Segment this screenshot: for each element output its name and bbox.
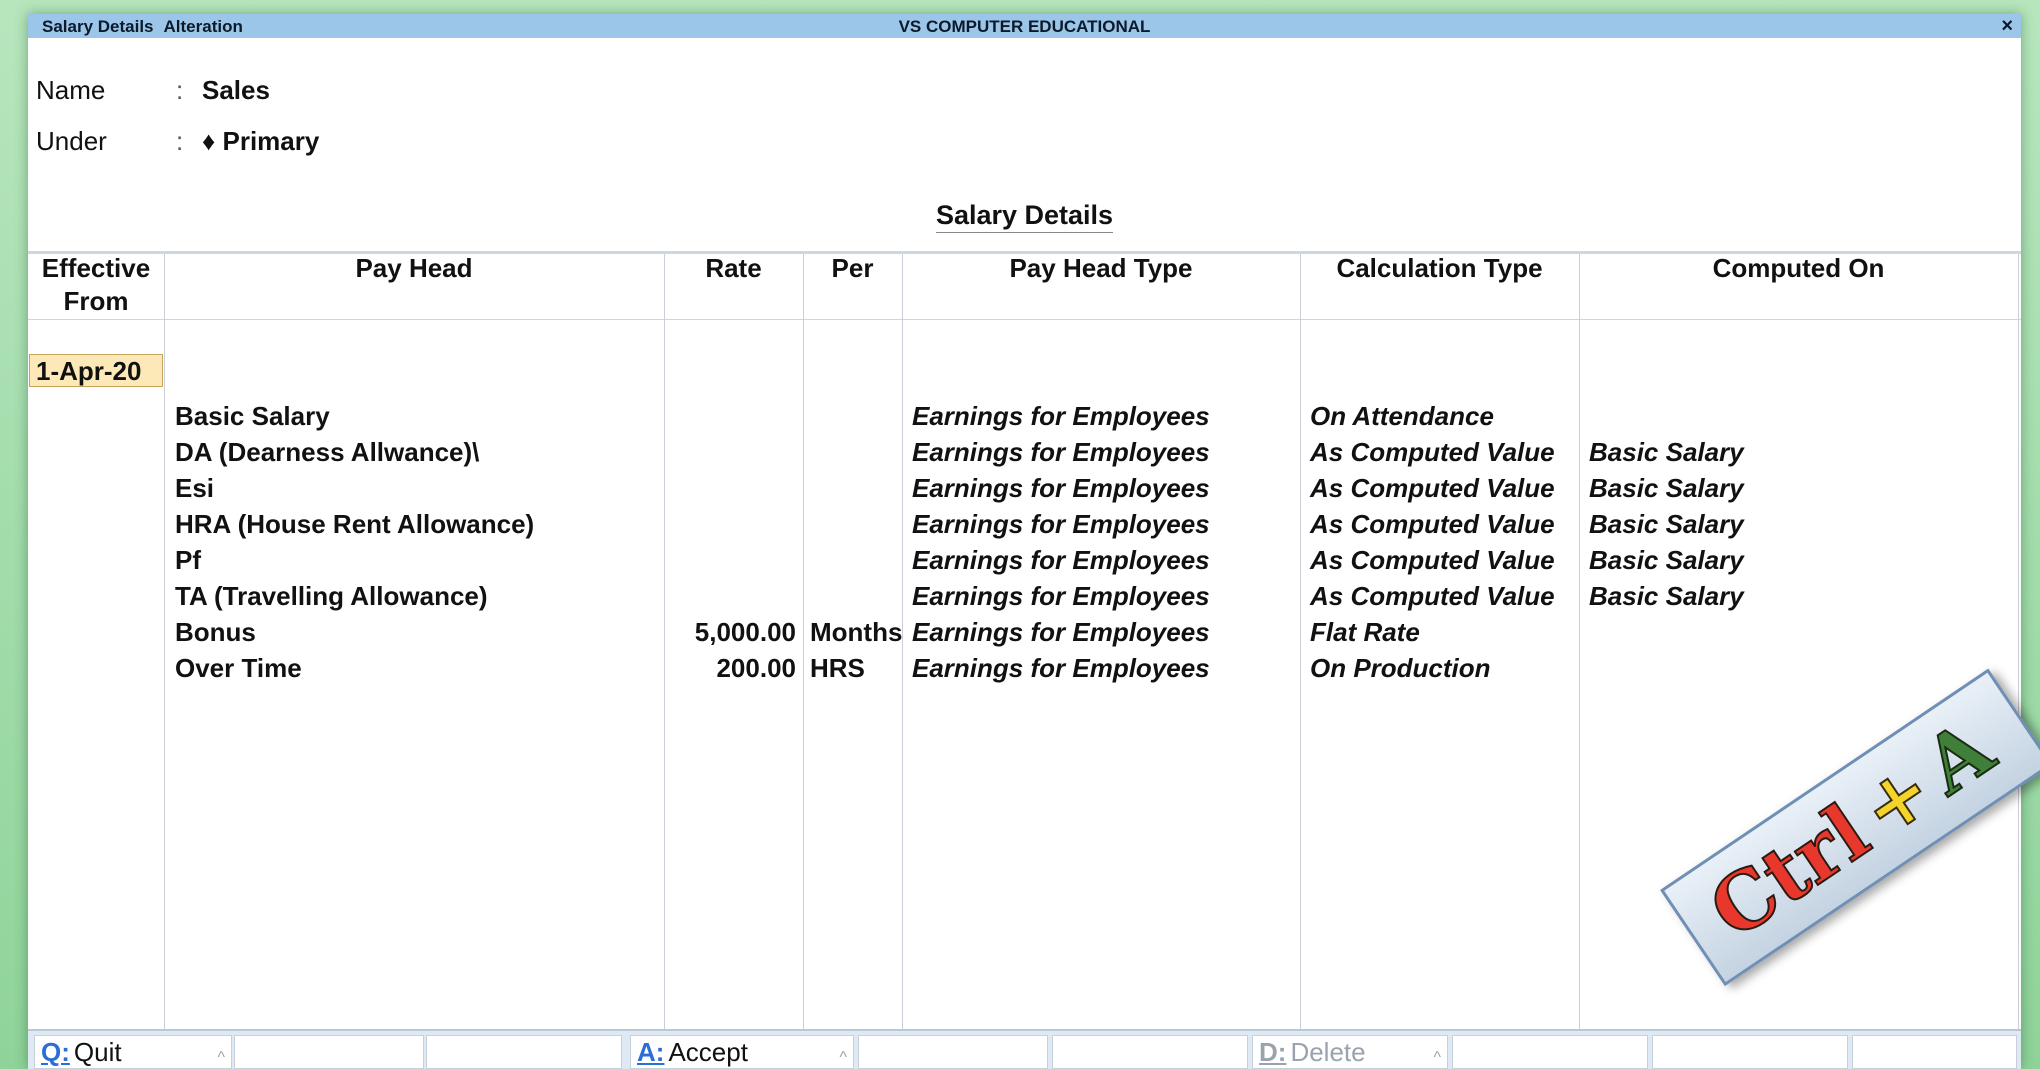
pay-head-type-cell: Earnings for Employees xyxy=(912,437,1210,467)
col-header-rate: Rate xyxy=(705,253,762,283)
pay-head-type-cell: Earnings for Employees xyxy=(912,581,1210,611)
under-colon: : xyxy=(176,126,184,156)
accept-label: Accept xyxy=(668,1037,748,1067)
accept-key: A: xyxy=(637,1037,665,1067)
name-label: Name xyxy=(36,75,106,105)
company-name: VS COMPUTER EDUCATIONAL xyxy=(898,17,1151,36)
pay-head-type-cell: Earnings for Employees xyxy=(912,401,1210,431)
grid-header-divider xyxy=(28,319,2021,320)
empty-button[interactable] xyxy=(1852,1035,2017,1069)
empty-button[interactable] xyxy=(858,1035,1048,1069)
calculation-type-cell: As Computed Value xyxy=(1310,509,1555,539)
per-cell: HRS xyxy=(810,653,865,683)
empty-button[interactable] xyxy=(234,1035,424,1069)
table-row[interactable]: Esi Earnings for Employees As Computed V… xyxy=(28,470,2021,506)
table-row[interactable]: Over Time 200.00 HRS Earnings for Employ… xyxy=(28,650,2021,686)
title-bar: Salary Details Alteration VS COMPUTER EDU… xyxy=(28,14,2021,38)
caret-icon: ^ xyxy=(217,1049,225,1066)
pay-head-cell: DA (Dearness Allwance)\ xyxy=(175,437,480,467)
pay-head-cell: Pf xyxy=(175,545,201,575)
calculation-type-cell: As Computed Value xyxy=(1310,581,1555,611)
pay-head-cell: Basic Salary xyxy=(175,401,330,431)
quit-button[interactable]: Q: Quit ^ xyxy=(34,1035,232,1069)
table-row[interactable]: Basic Salary Earnings for Employees On A… xyxy=(28,398,2021,434)
section-title-text: Salary Details xyxy=(935,200,1114,233)
computed-on-cell: Basic Salary xyxy=(1589,473,1744,503)
pay-head-rows: Basic Salary Earnings for Employees On A… xyxy=(28,398,2021,686)
caret-icon: ^ xyxy=(1433,1049,1441,1066)
empty-button[interactable] xyxy=(426,1035,622,1069)
pay-head-cell: Bonus xyxy=(175,617,256,647)
col-header-computed-on: Computed On xyxy=(1712,253,1885,283)
col-header-pay-head-type: Pay Head Type xyxy=(1009,253,1193,283)
pay-head-type-cell: Earnings for Employees xyxy=(912,473,1210,503)
caret-icon: ^ xyxy=(839,1049,847,1066)
empty-button[interactable] xyxy=(1652,1035,1848,1069)
pay-head-type-cell: Earnings for Employees xyxy=(912,509,1210,539)
rate-cell: 200.00 xyxy=(716,653,796,683)
per-cell: Months xyxy=(810,617,903,647)
table-row[interactable]: TA (Travelling Allowance) Earnings for E… xyxy=(28,578,2021,614)
calculation-type-cell: As Computed Value xyxy=(1310,473,1555,503)
rate-cell: 5,000.00 xyxy=(694,617,796,647)
table-row[interactable]: Pf Earnings for Employees As Computed Va… xyxy=(28,542,2021,578)
quit-key: Q: xyxy=(41,1037,70,1067)
name-field[interactable]: Sales xyxy=(202,75,270,106)
computed-on-cell: Basic Salary xyxy=(1589,437,1744,467)
pay-head-type-cell: Earnings for Employees xyxy=(912,617,1210,647)
section-title: Salary Details xyxy=(28,200,2021,233)
pay-head-cell: TA (Travelling Allowance) xyxy=(175,581,488,611)
calculation-type-cell: As Computed Value xyxy=(1310,437,1555,467)
pay-head-type-cell: Earnings for Employees xyxy=(912,545,1210,575)
button-bar: Q: Quit ^ A: Accept ^ D: Delete ^ xyxy=(28,1029,2021,1069)
col-header-effective-from: Effective From xyxy=(41,253,151,316)
under-field[interactable]: ♦ Primary xyxy=(202,126,319,157)
under-label: Under xyxy=(36,126,107,156)
table-row[interactable]: HRA (House Rent Allowance) Earnings for … xyxy=(28,506,2021,542)
table-row[interactable]: Bonus 5,000.00 Months Earnings for Emplo… xyxy=(28,614,2021,650)
delete-key: D: xyxy=(1259,1037,1287,1067)
name-colon: : xyxy=(176,75,184,105)
empty-button[interactable] xyxy=(1452,1035,1648,1069)
col-header-pay-head: Pay Head xyxy=(355,253,473,283)
empty-button[interactable] xyxy=(1052,1035,1248,1069)
effective-from-field[interactable]: 1-Apr-20 xyxy=(29,354,163,387)
pay-head-cell: Esi xyxy=(175,473,215,503)
delete-label: Delete xyxy=(1290,1037,1366,1067)
computed-on-cell: Basic Salary xyxy=(1589,545,1744,575)
calculation-type-cell: Flat Rate xyxy=(1310,617,1420,647)
accept-button[interactable]: A: Accept ^ xyxy=(630,1035,854,1069)
calculation-type-cell: On Production xyxy=(1310,653,1491,683)
delete-button[interactable]: D: Delete ^ xyxy=(1252,1035,1448,1069)
pay-head-cell: HRA (House Rent Allowance) xyxy=(175,509,535,539)
computed-on-cell: Basic Salary xyxy=(1589,581,1744,611)
col-header-calculation-type: Calculation Type xyxy=(1336,253,1543,283)
calculation-type-cell: As Computed Value xyxy=(1310,545,1555,575)
pay-head-type-cell: Earnings for Employees xyxy=(912,653,1210,683)
pay-head-cell: Over Time xyxy=(175,653,302,683)
calculation-type-cell: On Attendance xyxy=(1310,401,1494,431)
table-row[interactable]: DA (Dearness Allwance)\ Earnings for Emp… xyxy=(28,434,2021,470)
col-header-per: Per xyxy=(831,253,874,283)
computed-on-cell: Basic Salary xyxy=(1589,509,1744,539)
quit-label: Quit xyxy=(73,1037,122,1067)
close-icon[interactable]: × xyxy=(2001,15,2013,38)
